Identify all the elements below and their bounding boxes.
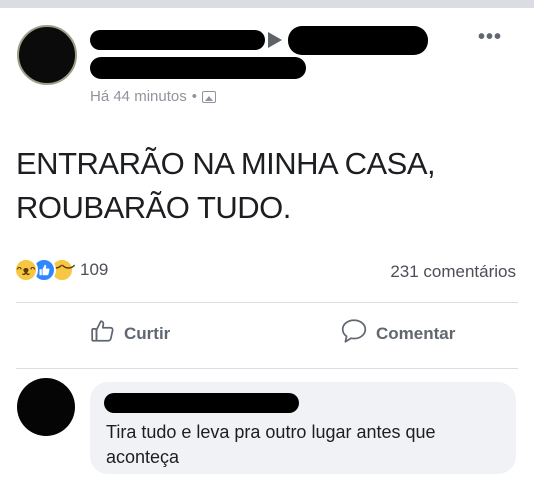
commenter-avatar[interactable] — [17, 378, 75, 436]
meta-separator: • — [191, 88, 197, 105]
like-button[interactable]: Curtir — [90, 318, 170, 349]
post-text-line2: ROUBARÃO TUDO. — [16, 190, 291, 225]
comments-count[interactable]: 231 comentários — [390, 262, 516, 282]
haha-emoji-icon: ᵔᴥᵔ — [14, 258, 38, 282]
photo-icon — [201, 90, 216, 103]
redacted-commenter-name — [104, 393, 299, 413]
like-label: Curtir — [124, 323, 171, 343]
redacted-author-name — [90, 30, 265, 50]
post-timestamp[interactable]: Há 44 minutos — [90, 88, 187, 105]
reactions-count[interactable]: 109 — [80, 260, 108, 280]
more-options-icon[interactable]: ••• — [478, 27, 502, 47]
comment-label: Comentar — [376, 323, 456, 343]
post-text-line1: ENTRARÃO NA MINHA CASA, — [16, 146, 436, 181]
redacted-group-name — [288, 26, 428, 55]
divider-top — [16, 302, 518, 303]
post-author-avatar[interactable] — [17, 25, 77, 85]
reactions-summary[interactable]: ᵔᴥᵔ ︶︶ 109 — [14, 258, 108, 282]
comment-text: Tira tudo e leva pra outro lugar antes q… — [106, 422, 436, 467]
comment-button[interactable]: Comentar — [340, 318, 455, 349]
thumbs-up-icon — [90, 318, 116, 349]
post-meta: Há 44 minutos • — [90, 88, 216, 105]
divider-bottom — [16, 368, 518, 369]
top-edge-bar — [0, 0, 534, 8]
share-arrow-icon — [268, 32, 282, 48]
post-body: ENTRARÃO NA MINHA CASA, ROUBARÃO TUDO. — [16, 142, 516, 230]
speech-bubble-icon — [340, 318, 368, 349]
redacted-author-name-line2 — [90, 57, 306, 79]
